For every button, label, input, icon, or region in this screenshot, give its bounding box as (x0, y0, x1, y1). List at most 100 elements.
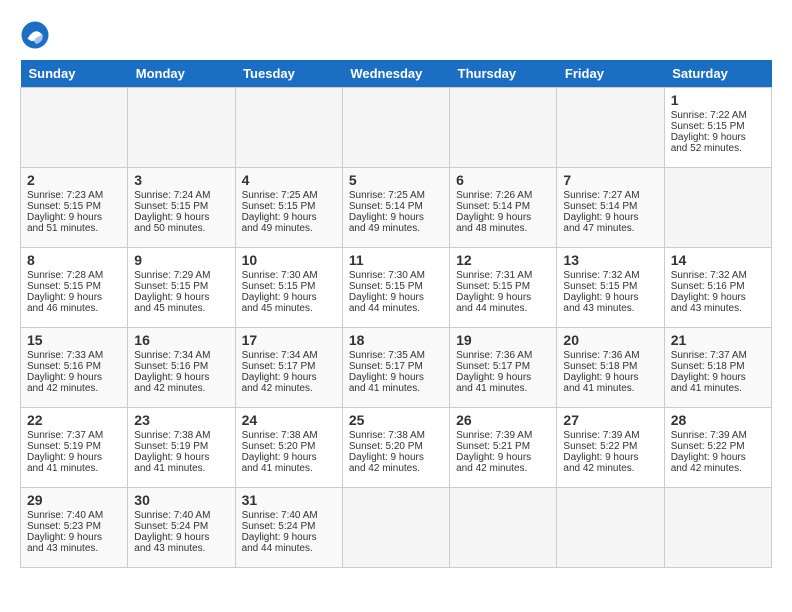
sunset-text: Sunset: 5:21 PM (456, 441, 530, 452)
header-row: SundayMondayTuesdayWednesdayThursdayFrid… (21, 60, 772, 88)
week-row-2: 2Sunrise: 7:23 AMSunset: 5:15 PMDaylight… (21, 168, 772, 248)
sunset-text: Sunset: 5:16 PM (27, 361, 101, 372)
day-cell: 6Sunrise: 7:26 AMSunset: 5:14 PMDaylight… (450, 168, 557, 248)
day-cell: 28Sunrise: 7:39 AMSunset: 5:22 PMDayligh… (664, 408, 771, 488)
day-number: 26 (456, 412, 550, 428)
day-cell: 13Sunrise: 7:32 AMSunset: 5:15 PMDayligh… (557, 248, 664, 328)
sunrise-text: Sunrise: 7:38 AM (134, 430, 210, 441)
sunset-text: Sunset: 5:19 PM (27, 441, 101, 452)
sunset-text: Sunset: 5:15 PM (134, 201, 208, 212)
day-number: 9 (134, 252, 228, 268)
sunset-text: Sunset: 5:15 PM (349, 281, 423, 292)
calendar-table: SundayMondayTuesdayWednesdayThursdayFrid… (20, 60, 772, 568)
day-number: 2 (27, 172, 121, 188)
week-row-4: 15Sunrise: 7:33 AMSunset: 5:16 PMDayligh… (21, 328, 772, 408)
header-cell-tuesday: Tuesday (235, 60, 342, 88)
day-number: 7 (563, 172, 657, 188)
sunrise-text: Sunrise: 7:38 AM (349, 430, 425, 441)
daylight-text: Daylight: 9 hours and 41 minutes. (456, 372, 531, 394)
day-cell (128, 88, 235, 168)
daylight-text: Daylight: 9 hours and 49 minutes. (242, 212, 317, 234)
day-cell: 14Sunrise: 7:32 AMSunset: 5:16 PMDayligh… (664, 248, 771, 328)
day-number: 16 (134, 332, 228, 348)
daylight-text: Daylight: 9 hours and 43 minutes. (134, 532, 209, 554)
day-cell: 30Sunrise: 7:40 AMSunset: 5:24 PMDayligh… (128, 488, 235, 568)
sunrise-text: Sunrise: 7:25 AM (349, 190, 425, 201)
day-cell: 3Sunrise: 7:24 AMSunset: 5:15 PMDaylight… (128, 168, 235, 248)
daylight-text: Daylight: 9 hours and 42 minutes. (671, 452, 746, 474)
day-cell: 24Sunrise: 7:38 AMSunset: 5:20 PMDayligh… (235, 408, 342, 488)
week-row-6: 29Sunrise: 7:40 AMSunset: 5:23 PMDayligh… (21, 488, 772, 568)
day-number: 11 (349, 252, 443, 268)
day-number: 25 (349, 412, 443, 428)
day-cell (235, 88, 342, 168)
daylight-text: Daylight: 9 hours and 41 minutes. (349, 372, 424, 394)
day-number: 30 (134, 492, 228, 508)
sunset-text: Sunset: 5:17 PM (456, 361, 530, 372)
day-cell: 22Sunrise: 7:37 AMSunset: 5:19 PMDayligh… (21, 408, 128, 488)
daylight-text: Daylight: 9 hours and 42 minutes. (349, 452, 424, 474)
sunrise-text: Sunrise: 7:32 AM (671, 270, 747, 281)
day-cell: 18Sunrise: 7:35 AMSunset: 5:17 PMDayligh… (342, 328, 449, 408)
daylight-text: Daylight: 9 hours and 44 minutes. (242, 532, 317, 554)
day-cell (450, 488, 557, 568)
day-number: 19 (456, 332, 550, 348)
daylight-text: Daylight: 9 hours and 43 minutes. (671, 292, 746, 314)
sunset-text: Sunset: 5:24 PM (134, 521, 208, 532)
sunset-text: Sunset: 5:15 PM (671, 121, 745, 132)
day-cell: 27Sunrise: 7:39 AMSunset: 5:22 PMDayligh… (557, 408, 664, 488)
day-cell (557, 88, 664, 168)
sunset-text: Sunset: 5:18 PM (563, 361, 637, 372)
sunset-text: Sunset: 5:17 PM (242, 361, 316, 372)
daylight-text: Daylight: 9 hours and 42 minutes. (27, 372, 102, 394)
day-number: 14 (671, 252, 765, 268)
sunrise-text: Sunrise: 7:39 AM (671, 430, 747, 441)
sunrise-text: Sunrise: 7:37 AM (671, 350, 747, 361)
sunrise-text: Sunrise: 7:24 AM (134, 190, 210, 201)
day-cell: 15 Sunrise: 7:33 AMSunset: 5:16 PMDayligh… (21, 328, 128, 408)
sunset-text: Sunset: 5:15 PM (27, 201, 101, 212)
sunset-text: Sunset: 5:15 PM (242, 281, 316, 292)
header-cell-thursday: Thursday (450, 60, 557, 88)
day-number: 15 (27, 332, 121, 348)
daylight-text: Daylight: 9 hours and 41 minutes. (671, 372, 746, 394)
daylight-text: Daylight: 9 hours and 42 minutes. (563, 452, 638, 474)
sunset-text: Sunset: 5:20 PM (349, 441, 423, 452)
day-cell: 19 Sunrise: 7:36 AMSunset: 5:17 PMDayligh… (450, 328, 557, 408)
day-number: 20 (563, 332, 657, 348)
sunrise-text: Sunrise: 7:36 AM (456, 350, 532, 361)
day-cell (450, 88, 557, 168)
day-cell: 20Sunrise: 7:36 AMSunset: 5:18 PMDayligh… (557, 328, 664, 408)
day-cell: 21Sunrise: 7:37 AMSunset: 5:18 PMDayligh… (664, 328, 771, 408)
daylight-text: Daylight: 9 hours and 50 minutes. (134, 212, 209, 234)
day-cell (342, 88, 449, 168)
week-row-1: 1Sunrise: 7:22 AMSunset: 5:15 PMDaylight… (21, 88, 772, 168)
daylight-text: Daylight: 9 hours and 45 minutes. (134, 292, 209, 314)
sunrise-text: Sunrise: 7:40 AM (27, 510, 103, 521)
sunset-text: Sunset: 5:24 PM (242, 521, 316, 532)
sunset-text: Sunset: 5:15 PM (563, 281, 637, 292)
day-cell: 23Sunrise: 7:38 AMSunset: 5:19 PMDayligh… (128, 408, 235, 488)
logo (20, 20, 54, 50)
sunrise-text: Sunrise: 7:34 AM (242, 350, 318, 361)
logo-icon (20, 20, 50, 50)
daylight-text: Daylight: 9 hours and 49 minutes. (349, 212, 424, 234)
day-cell: 10Sunrise: 7:30 AMSunset: 5:15 PMDayligh… (235, 248, 342, 328)
daylight-text: Daylight: 9 hours and 44 minutes. (349, 292, 424, 314)
sunrise-text: Sunrise: 7:31 AM (456, 270, 532, 281)
day-cell: 31Sunrise: 7:40 AMSunset: 5:24 PMDayligh… (235, 488, 342, 568)
sunset-text: Sunset: 5:20 PM (242, 441, 316, 452)
day-number: 23 (134, 412, 228, 428)
sunset-text: Sunset: 5:15 PM (134, 281, 208, 292)
sunrise-text: Sunrise: 7:33 AM (27, 350, 103, 361)
day-cell: 8Sunrise: 7:28 AMSunset: 5:15 PMDaylight… (21, 248, 128, 328)
day-cell: 16Sunrise: 7:34 AMSunset: 5:16 PMDayligh… (128, 328, 235, 408)
sunset-text: Sunset: 5:18 PM (671, 361, 745, 372)
sunset-text: Sunset: 5:22 PM (563, 441, 637, 452)
sunset-text: Sunset: 5:15 PM (456, 281, 530, 292)
daylight-text: Daylight: 9 hours and 45 minutes. (242, 292, 317, 314)
day-cell: 17Sunrise: 7:34 AMSunset: 5:17 PMDayligh… (235, 328, 342, 408)
sunrise-text: Sunrise: 7:40 AM (242, 510, 318, 521)
daylight-text: Daylight: 9 hours and 44 minutes. (456, 292, 531, 314)
day-number: 4 (242, 172, 336, 188)
